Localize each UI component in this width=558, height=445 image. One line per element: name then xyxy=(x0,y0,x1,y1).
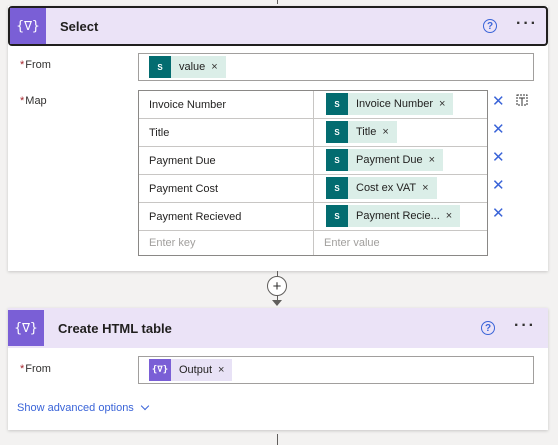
dynamic-token[interactable]: S Title × xyxy=(326,121,397,143)
dynamic-token[interactable]: S Invoice Number × xyxy=(326,93,454,115)
html-card-header[interactable]: {∇} Create HTML table ? ··· xyxy=(8,308,548,348)
map-key-cell[interactable]: Payment Due xyxy=(139,147,313,175)
create-html-table-card: {∇} Create HTML table ? ··· *From {∇} Ou… xyxy=(8,308,548,430)
map-key-cell[interactable]: Title xyxy=(139,119,313,147)
from-label: *From xyxy=(20,59,51,71)
required-mark: * xyxy=(20,59,25,71)
token-remove-icon[interactable]: × xyxy=(376,126,396,138)
map-value-cell[interactable]: S Cost ex VAT × xyxy=(314,175,487,203)
token-label: Output xyxy=(179,364,213,376)
token-remove-icon[interactable]: × xyxy=(423,154,443,166)
select-card-title: Select xyxy=(60,18,99,34)
delete-row-icon[interactable]: ✕ xyxy=(492,122,505,137)
map-key-text: Invoice Number xyxy=(149,98,227,111)
arrow-down-icon xyxy=(272,300,282,306)
map-key-text: Payment Cost xyxy=(149,182,219,195)
switch-to-text-mode-icon[interactable] xyxy=(516,94,528,106)
data-operation-icon: {∇} xyxy=(10,8,46,44)
token-label: Payment Due xyxy=(356,154,423,166)
new-key-input[interactable]: Enter key xyxy=(139,231,313,255)
output-token[interactable]: {∇} Output × xyxy=(149,359,233,381)
help-icon[interactable]: ? xyxy=(483,19,497,33)
map-label: *Map xyxy=(20,95,47,107)
token-label: Payment Recie... xyxy=(356,210,440,222)
value-placeholder: Enter value xyxy=(324,237,380,249)
data-operation-icon: {∇} xyxy=(8,310,44,346)
map-key-text: Payment Due xyxy=(149,154,216,167)
top-connector xyxy=(277,0,278,4)
delete-row-icon[interactable]: ✕ xyxy=(492,206,505,221)
html-card-title: Create HTML table xyxy=(58,320,172,336)
select-action-card: {∇} Select ? ··· *From S value × *Map In… xyxy=(8,6,548,271)
from-input[interactable]: S value × xyxy=(138,53,534,81)
token-label: Invoice Number xyxy=(356,98,434,110)
from-label-text: From xyxy=(25,363,51,375)
map-value-cell[interactable]: S Payment Due × xyxy=(314,147,487,175)
key-placeholder: Enter key xyxy=(149,237,196,249)
delete-row-icon[interactable]: ✕ xyxy=(492,94,505,109)
map-key-cell[interactable]: Payment Cost xyxy=(139,175,313,203)
required-mark: * xyxy=(20,363,25,375)
bottom-connector xyxy=(277,434,278,445)
help-icon[interactable]: ? xyxy=(481,321,495,335)
token-remove-icon[interactable]: × xyxy=(212,364,232,376)
sharepoint-icon: S xyxy=(326,205,348,227)
delete-row-icon[interactable]: ✕ xyxy=(492,178,505,193)
sharepoint-icon: S xyxy=(149,56,171,78)
select-card-header[interactable]: {∇} Select ? ··· xyxy=(8,6,548,46)
sharepoint-icon: S xyxy=(326,121,348,143)
add-step-button[interactable]: + xyxy=(267,276,287,296)
sharepoint-icon: S xyxy=(326,149,348,171)
token-label: value xyxy=(179,61,206,73)
more-options-icon[interactable]: ··· xyxy=(516,15,538,33)
token-remove-icon[interactable]: × xyxy=(440,210,460,222)
data-operation-icon: {∇} xyxy=(149,359,171,381)
value-token[interactable]: S value × xyxy=(149,56,226,78)
dynamic-token[interactable]: S Cost ex VAT × xyxy=(326,177,437,199)
more-options-icon[interactable]: ··· xyxy=(514,317,536,335)
token-label: Cost ex VAT xyxy=(356,182,417,194)
map-key-text: Title xyxy=(149,126,170,139)
sharepoint-icon: S xyxy=(326,93,348,115)
map-grid: Invoice Number S Invoice Number × Title … xyxy=(138,90,488,256)
map-label-text: Map xyxy=(25,95,47,107)
from-input[interactable]: {∇} Output × xyxy=(138,356,534,384)
sharepoint-icon: S xyxy=(326,177,348,199)
map-key-text: Payment Recieved xyxy=(149,210,242,223)
delete-row-icon[interactable]: ✕ xyxy=(492,150,505,165)
dynamic-token[interactable]: S Payment Due × xyxy=(326,149,444,171)
token-remove-icon[interactable]: × xyxy=(205,61,225,73)
token-remove-icon[interactable]: × xyxy=(416,182,436,194)
chevron-down-icon xyxy=(140,401,150,411)
map-key-cell[interactable]: Invoice Number xyxy=(139,91,313,119)
required-mark: * xyxy=(20,95,25,107)
map-value-cell[interactable]: S Payment Recie... × xyxy=(314,203,487,231)
map-value-cell[interactable]: S Invoice Number × xyxy=(314,91,487,119)
from-label: *From xyxy=(20,363,51,375)
map-key-cell[interactable]: Payment Recieved xyxy=(139,203,313,231)
new-value-input[interactable]: Enter value xyxy=(314,231,487,255)
token-remove-icon[interactable]: × xyxy=(433,98,453,110)
show-advanced-options-link[interactable]: Show advanced options xyxy=(17,401,150,414)
advanced-options-label: Show advanced options xyxy=(17,402,134,414)
from-label-text: From xyxy=(25,59,51,71)
map-value-cell[interactable]: S Title × xyxy=(314,119,487,147)
dynamic-token[interactable]: S Payment Recie... × xyxy=(326,205,461,227)
token-label: Title xyxy=(356,126,377,138)
